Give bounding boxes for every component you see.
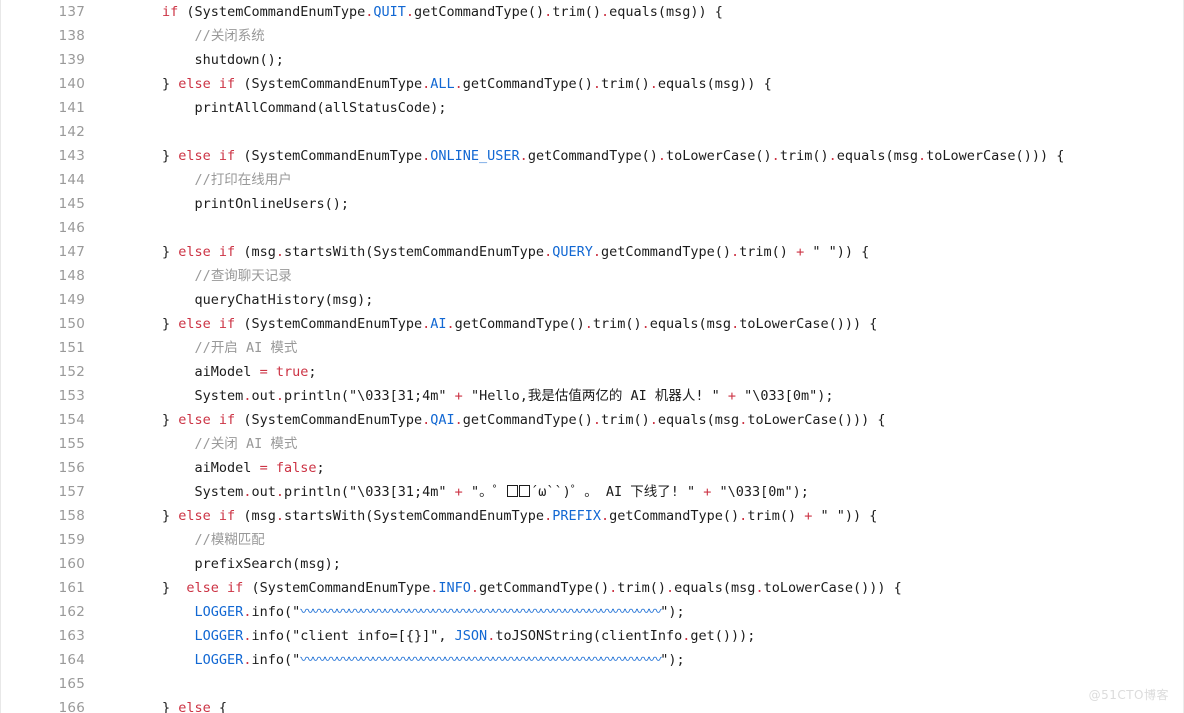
code-line: 157 System.out.println("\033[31;4m" + "。… — [1, 480, 1183, 504]
code-line: 161 } else if (SystemCommandEnumType.INF… — [1, 576, 1183, 600]
unsupported-glyph-box — [506, 485, 518, 497]
line-number: 159 — [58, 532, 85, 548]
line-content[interactable] — [97, 216, 1183, 240]
code-line: 149 queryChatHistory(msg); — [1, 288, 1183, 312]
line-content[interactable]: } else { — [97, 696, 1183, 713]
line-number: 146 — [58, 220, 85, 236]
code-line: 162 LOGGER.info("〰〰〰〰〰〰〰〰〰〰〰〰〰〰〰〰〰〰〰〰〰〰〰… — [1, 600, 1183, 624]
code-line: 163 LOGGER.info("client info=[{}]", JSON… — [1, 624, 1183, 648]
line-content[interactable]: queryChatHistory(msg); — [97, 288, 1183, 312]
line-content[interactable]: } else if (msg.startsWith(SystemCommandE… — [97, 504, 1183, 528]
code-editor-view: 137 if (SystemCommandEnumType.QUIT.getCo… — [0, 0, 1184, 713]
code-line: 166 } else { — [1, 696, 1183, 713]
line-content[interactable]: LOGGER.info("〰〰〰〰〰〰〰〰〰〰〰〰〰〰〰〰〰〰〰〰〰〰〰〰〰〰〰… — [97, 600, 1183, 624]
line-content[interactable]: } else if (SystemCommandEnumType.QAI.get… — [97, 408, 1183, 432]
line-content[interactable]: System.out.println("\033[31;4m" + "。゜ ´ω`… — [97, 480, 1183, 504]
code-line: 156 aiModel = false; — [1, 456, 1183, 480]
code-line: 152 aiModel = true; — [1, 360, 1183, 384]
code-line: 140 } else if (SystemCommandEnumType.ALL… — [1, 72, 1183, 96]
line-number: 152 — [58, 364, 85, 380]
line-content[interactable]: //模糊匹配 — [97, 528, 1183, 552]
code-line: 147 } else if (msg.startsWith(SystemComm… — [1, 240, 1183, 264]
line-number: 148 — [58, 268, 85, 284]
line-number: 139 — [58, 52, 85, 68]
code-line: 160 prefixSearch(msg); — [1, 552, 1183, 576]
line-number: 147 — [58, 244, 85, 260]
code-line: 154 } else if (SystemCommandEnumType.QAI… — [1, 408, 1183, 432]
unsupported-glyph-box — [518, 485, 530, 497]
line-number: 164 — [58, 652, 85, 668]
code-line: 158 } else if (msg.startsWith(SystemComm… — [1, 504, 1183, 528]
line-number: 162 — [58, 604, 85, 620]
line-content[interactable]: //关闭系统 — [97, 24, 1183, 48]
line-number: 156 — [58, 460, 85, 476]
line-number: 153 — [58, 388, 85, 404]
line-content[interactable]: } else if (SystemCommandEnumType.ONLINE_… — [97, 144, 1183, 168]
code-line: 155 //关闭 AI 模式 — [1, 432, 1183, 456]
line-content[interactable]: //查询聊天记录 — [97, 264, 1183, 288]
line-number: 155 — [58, 436, 85, 452]
code-line: 144 //打印在线用户 — [1, 168, 1183, 192]
code-line: 143 } else if (SystemCommandEnumType.ONL… — [1, 144, 1183, 168]
line-content[interactable]: //关闭 AI 模式 — [97, 432, 1183, 456]
line-number: 157 — [58, 484, 85, 500]
line-number: 142 — [58, 124, 85, 140]
line-number: 141 — [58, 100, 85, 116]
code-line: 148 //查询聊天记录 — [1, 264, 1183, 288]
code-line: 153 System.out.println("\033[31;4m" + "H… — [1, 384, 1183, 408]
code-line: 164 LOGGER.info("〰〰〰〰〰〰〰〰〰〰〰〰〰〰〰〰〰〰〰〰〰〰〰… — [1, 648, 1183, 672]
line-content[interactable]: printAllCommand(allStatusCode); — [97, 96, 1183, 120]
line-content[interactable]: printOnlineUsers(); — [97, 192, 1183, 216]
line-number: 165 — [58, 676, 85, 692]
line-number: 154 — [58, 412, 85, 428]
code-line: 151 //开启 AI 模式 — [1, 336, 1183, 360]
line-content[interactable]: } else if (SystemCommandEnumType.AI.getC… — [97, 312, 1183, 336]
line-number: 150 — [58, 316, 85, 332]
code-line: 150 } else if (SystemCommandEnumType.AI.… — [1, 312, 1183, 336]
line-content[interactable]: } else if (SystemCommandEnumType.ALL.get… — [97, 72, 1183, 96]
line-number: 137 — [58, 4, 85, 20]
line-content[interactable]: if (SystemCommandEnumType.QUIT.getComman… — [97, 0, 1183, 24]
line-number: 138 — [58, 28, 85, 44]
line-content[interactable]: shutdown(); — [97, 48, 1183, 72]
line-content[interactable]: aiModel = true; — [97, 360, 1183, 384]
line-content[interactable]: prefixSearch(msg); — [97, 552, 1183, 576]
line-number: 144 — [58, 172, 85, 188]
line-content[interactable] — [97, 120, 1183, 144]
line-content[interactable]: LOGGER.info("client info=[{}]", JSON.toJ… — [97, 624, 1183, 648]
code-line: 145 printOnlineUsers(); — [1, 192, 1183, 216]
code-line: 142 — [1, 120, 1183, 144]
line-number: 143 — [58, 148, 85, 164]
site-watermark: @51CTO博客 — [1088, 688, 1169, 702]
line-number: 158 — [58, 508, 85, 524]
code-lines-container: 137 if (SystemCommandEnumType.QUIT.getCo… — [1, 0, 1183, 713]
line-number: 161 — [58, 580, 85, 596]
line-content[interactable]: //打印在线用户 — [97, 168, 1183, 192]
line-number: 166 — [58, 700, 85, 713]
line-content[interactable]: LOGGER.info("〰〰〰〰〰〰〰〰〰〰〰〰〰〰〰〰〰〰〰〰〰〰〰〰〰〰〰… — [97, 648, 1183, 672]
line-content[interactable] — [97, 672, 1183, 696]
line-content[interactable]: //开启 AI 模式 — [97, 336, 1183, 360]
code-line: 165 — [1, 672, 1183, 696]
code-line: 138 //关闭系统 — [1, 24, 1183, 48]
line-number: 151 — [58, 340, 85, 356]
code-line: 146 — [1, 216, 1183, 240]
line-number: 160 — [58, 556, 85, 572]
line-content[interactable]: System.out.println("\033[31;4m" + "Hello… — [97, 384, 1183, 408]
line-number: 140 — [58, 76, 85, 92]
code-line: 139 shutdown(); — [1, 48, 1183, 72]
code-line: 159 //模糊匹配 — [1, 528, 1183, 552]
line-content[interactable]: } else if (SystemCommandEnumType.INFO.ge… — [97, 576, 1183, 600]
code-line: 141 printAllCommand(allStatusCode); — [1, 96, 1183, 120]
line-content[interactable]: aiModel = false; — [97, 456, 1183, 480]
line-number: 149 — [58, 292, 85, 308]
line-number: 163 — [58, 628, 85, 644]
line-number: 145 — [58, 196, 85, 212]
line-content[interactable]: } else if (msg.startsWith(SystemCommandE… — [97, 240, 1183, 264]
code-line: 137 if (SystemCommandEnumType.QUIT.getCo… — [1, 0, 1183, 24]
